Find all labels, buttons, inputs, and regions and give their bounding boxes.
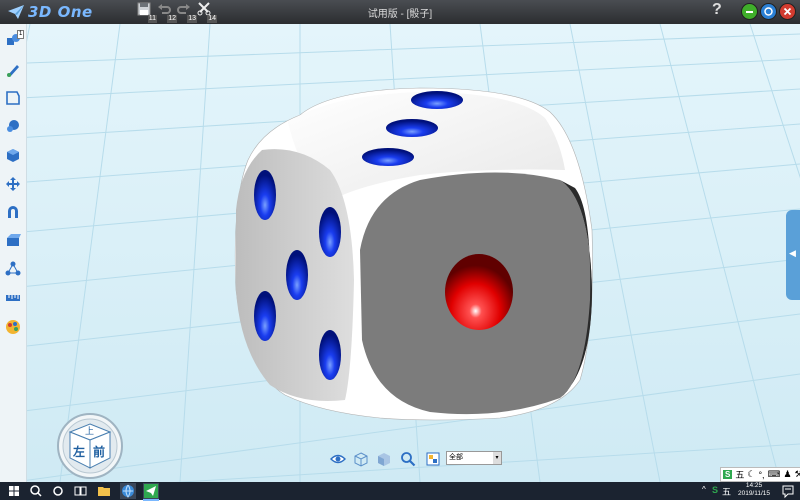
nav-cube-front-label[interactable]: 前 [93,443,105,460]
3d-one-taskbar-button[interactable] [143,483,159,501]
keyboard-icon[interactable]: ⌨ [768,469,781,480]
windows-icon [9,486,19,496]
chevron-down-icon: ▾ [493,452,501,464]
punctuation-icon[interactable]: °, [758,470,764,480]
transform-icon [6,177,20,191]
tray-ime-mode[interactable]: 五 [722,485,731,498]
feature-modeling-tool[interactable] [5,147,21,163]
filter-select[interactable]: 全部 ▾ [446,451,502,465]
wrench-icon[interactable]: ⚒ [795,469,800,480]
combine-icon [7,234,21,246]
shaded-icon [378,453,390,466]
top-pip-1 [411,91,463,109]
measure-icon [6,295,20,301]
sketch-edit-tool[interactable] [5,90,21,106]
taskbar: ^ S 五 14:25 2019/11/15 [0,482,800,501]
shaded-button[interactable] [376,451,392,467]
chevron-left-icon: ◀ [789,248,796,258]
minimize-button[interactable] [741,3,758,20]
adsorb-tool[interactable] [5,204,21,220]
view-toolbar: 全部 ▾ [326,448,502,470]
task-view-icon [74,486,87,496]
sketch-edit-icon [6,91,20,105]
tray-ime-logo[interactable]: S [712,485,718,495]
moon-icon[interactable]: ☾ [747,469,755,480]
nav-cube-icon [57,413,123,479]
ime-logo[interactable]: S [723,470,733,479]
array-icon [5,261,21,276]
left-pip-5 [319,330,341,380]
help-button[interactable]: ? [712,1,722,19]
zoom-icon [401,452,416,467]
top-pip-3 [362,148,414,166]
clock-time: 14:25 [745,482,763,489]
document-title: 试用版 - [骰子] [367,9,433,20]
ime-mode[interactable]: 五 [735,468,744,481]
notifications-button[interactable] [780,483,796,499]
ime-toolbar[interactable]: S 五 ☾ °, ⌨ ♟ ⚒ [720,467,800,482]
cortana-icon [53,486,63,496]
cortana-button[interactable] [50,483,66,499]
wireframe-icon [354,452,368,467]
combine-tool[interactable] [5,232,21,248]
search-icon [30,485,42,497]
start-button[interactable] [6,483,22,499]
zoom-button[interactable] [400,451,416,467]
front-pip [445,254,513,330]
notification-icon [782,485,794,499]
eye-icon [330,454,346,464]
color-palette-icon [6,320,20,334]
skin-icon[interactable]: ♟ [784,469,792,480]
clock-date: 2019/11/15 [737,490,771,497]
3d-viewport[interactable]: 上 左 前 [0,24,800,482]
paper-plane-icon [144,484,158,498]
view-button[interactable] [330,451,346,467]
left-pip-2 [319,207,341,257]
measure-tool[interactable] [5,290,21,306]
left-toolbar: 1 [0,24,27,482]
minimize-icon [746,11,753,13]
magnet-icon [8,206,18,218]
restore-button[interactable] [760,3,777,20]
nav-cube-left-label[interactable]: 左 [73,443,85,460]
filter-select-value: 全部 [449,454,463,461]
filter-button[interactable] [425,451,441,467]
left-pip-4 [254,291,276,341]
clock[interactable]: 14:25 2019/11/15 [736,482,772,498]
special-features-icon [7,120,19,132]
tool-badge: 1 [17,30,25,39]
title-bar: 3D One 11 12 13 14 试用版 - [骰子] ? [0,0,800,24]
view-navigation-cube[interactable]: 上 左 前 [56,412,124,480]
material-tool[interactable] [5,319,21,335]
top-pip-2 [386,119,438,137]
file-explorer-button[interactable] [96,483,112,499]
close-button[interactable] [779,3,796,20]
right-panel-toggle[interactable]: ◀ [786,210,800,300]
sketch-icon [7,65,19,77]
array-tool[interactable] [5,261,21,277]
tray-chevron-up-icon[interactable]: ^ [702,485,706,494]
filter-icon [426,452,440,466]
browser-taskbar-button[interactable] [120,483,136,499]
special-features-tool[interactable] [5,118,21,134]
wireframe-button[interactable] [353,451,369,467]
sketch-tool[interactable] [5,62,21,78]
feature-modeling-icon [7,149,19,162]
basic-shapes-tool[interactable]: 1 [5,30,25,48]
globe-icon [122,484,134,498]
left-pip-3 [286,250,308,300]
close-icon [783,7,792,16]
left-pip-1 [254,170,276,220]
task-view-button[interactable] [72,483,88,499]
restore-icon [764,7,773,16]
nav-cube-top-label[interactable]: 上 [85,424,94,437]
folder-icon [98,487,110,496]
transform-tool[interactable] [5,176,21,192]
search-button[interactable] [28,483,44,499]
